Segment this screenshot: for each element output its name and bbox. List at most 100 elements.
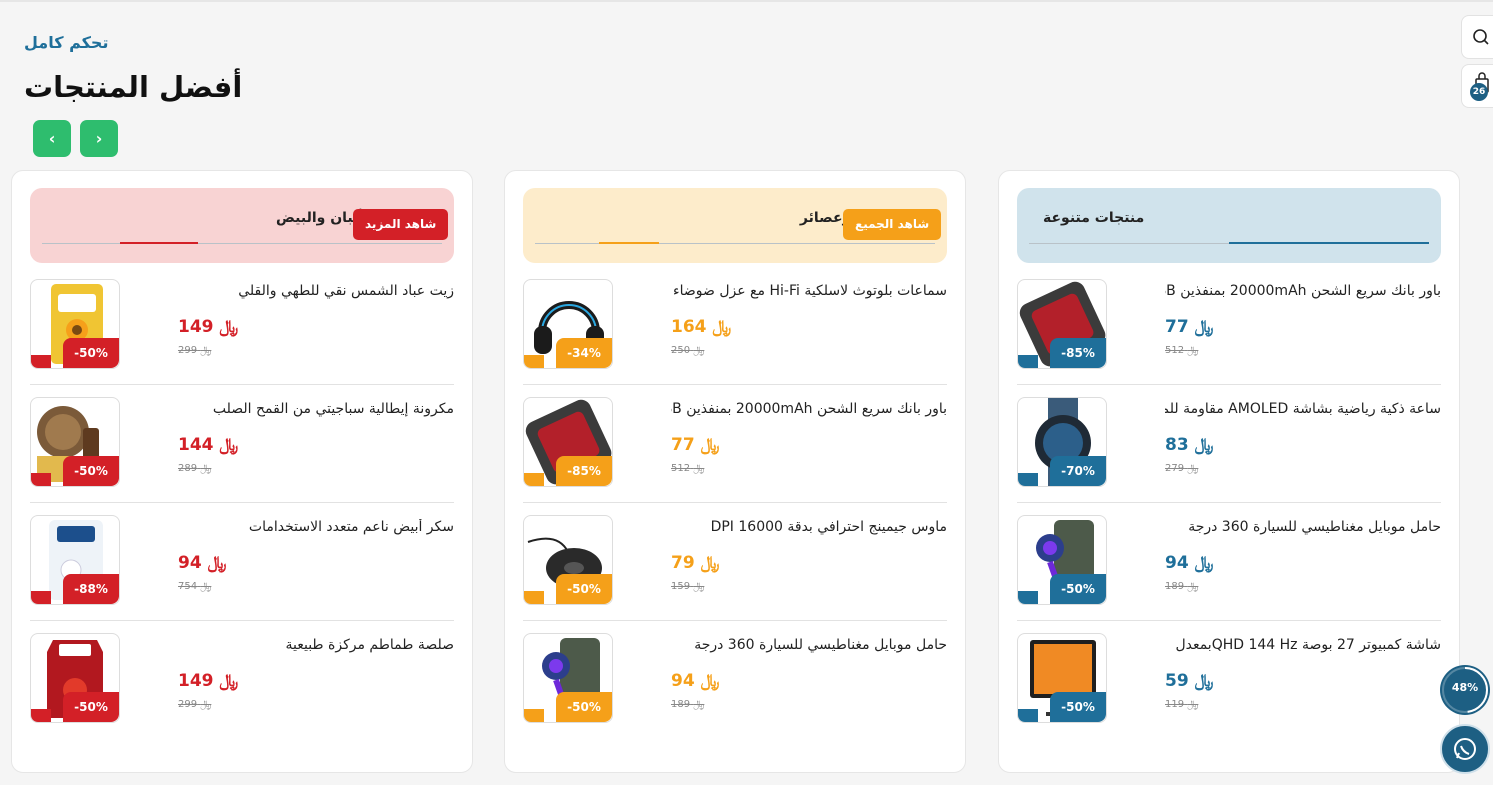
product-item[interactable]: -34% سماعات بلوتوث لاسلكية Hi-Fi مع عزل …: [523, 267, 947, 385]
currency-icon: ﷼: [693, 345, 705, 356]
panel-beverages: مشروبات وعصائر شاهد الجميع -34% سماعات ب…: [504, 170, 966, 773]
product-item[interactable]: -50% حامل موبايل مغناطيسي للسيارة 360 در…: [1017, 503, 1441, 621]
product-image: -85%: [1017, 279, 1107, 369]
price-value: 144: [178, 435, 214, 455]
product-price: 94 ﷼: [178, 553, 226, 573]
header-underline: [42, 243, 442, 244]
product-item[interactable]: -88% سكر أبيض ناعم متعدد الاستخدامات 94 …: [30, 503, 454, 621]
see-all-button[interactable]: شاهد الجميع: [843, 209, 942, 240]
old-price-value: 189: [671, 699, 691, 710]
product-name[interactable]: سكر أبيض ناعم متعدد الاستخدامات: [178, 519, 454, 541]
cart-button[interactable]: 26: [1461, 64, 1493, 108]
product-old-price: 250 ﷼: [671, 345, 704, 356]
currency-icon: ﷼: [693, 699, 705, 710]
whatsapp-icon: [1454, 738, 1476, 760]
product-image: -50%: [523, 633, 613, 723]
product-name[interactable]: حامل موبايل مغناطيسي للسيارة 360 درجة: [1165, 519, 1441, 541]
product-name[interactable]: حامل موبايل مغناطيسي للسيارة 360 درجة: [671, 637, 947, 659]
product-price: 164 ﷼: [671, 317, 731, 337]
price-value: 59: [1165, 671, 1189, 691]
product-image: -50%: [1017, 515, 1107, 605]
product-old-price: 279 ﷼: [1165, 463, 1198, 474]
product-image: -70%: [1017, 397, 1107, 487]
price-value: 79: [671, 553, 695, 573]
product-old-price: 512 ﷼: [1165, 345, 1198, 356]
currency-icon: ﷼: [1187, 463, 1199, 474]
product-price: 77 ﷼: [1165, 317, 1213, 337]
product-old-price: 299 ﷼: [178, 345, 211, 356]
product-name[interactable]: ماوس جيمينج احترافي بدقة 16000 DPI: [671, 519, 947, 541]
product-item[interactable]: -50% شاشة كمبيوتر 27 بوصة QHD 144 Hzبمعد…: [1017, 621, 1441, 739]
price-value: 83: [1165, 435, 1189, 455]
price-value: 164: [671, 317, 707, 337]
product-name[interactable]: سماعات بلوتوث لاسلكية Hi-Fi مع عزل ضوضاء: [671, 283, 947, 305]
old-price-value: 119: [1165, 699, 1185, 710]
panel-dairy: منتجات الألبان والبيض شاهد المزيد -50% ز…: [11, 170, 473, 773]
product-item[interactable]: -50% حامل موبايل مغناطيسي للسيارة 360 در…: [523, 621, 947, 739]
product-name[interactable]: باور بانك سريع الشحن 20000mAh بمنفذين US…: [1165, 283, 1441, 305]
cart-count-badge: 26: [1470, 83, 1488, 101]
header-underline-accent: [1229, 242, 1429, 244]
discount-badge: -88%: [63, 574, 119, 604]
product-image: -34%: [523, 279, 613, 369]
price-value: 149: [178, 671, 214, 691]
discount-badge: -50%: [556, 574, 612, 604]
carousel-next-button[interactable]: ›: [80, 120, 118, 157]
discount-badge: -85%: [556, 456, 612, 486]
product-item[interactable]: -50% زيت عباد الشمس نقي للطهي والقلي 149…: [30, 267, 454, 385]
product-name[interactable]: باور بانك سريع الشحن 20000mAh بمنفذين US…: [671, 401, 947, 423]
product-image: -50%: [30, 633, 120, 723]
currency-icon: ﷼: [1187, 699, 1199, 710]
currency-icon: ﷼: [700, 435, 720, 455]
product-image: -50%: [30, 279, 120, 369]
product-item[interactable]: -85% باور بانك سريع الشحن 20000mAh بمنفذ…: [523, 385, 947, 503]
product-item[interactable]: -70% ساعة ذكية رياضية بشاشة AMOLED مقاوم…: [1017, 385, 1441, 503]
product-price: 149 ﷼: [178, 317, 238, 337]
currency-icon: ﷼: [712, 317, 732, 337]
currency-icon: ﷼: [1194, 671, 1214, 691]
old-price-value: 512: [1165, 345, 1185, 356]
chevron-left-icon: ‹: [48, 129, 56, 148]
product-item[interactable]: -50% مكرونة إيطالية سباجيتي من القمح الص…: [30, 385, 454, 503]
see-more-button[interactable]: شاهد المزيد: [353, 209, 449, 240]
currency-icon: ﷼: [1194, 435, 1214, 455]
product-image: -50%: [523, 515, 613, 605]
currency-icon: ﷼: [693, 581, 705, 592]
product-name[interactable]: ساعة ذكية رياضية بشاشة AMOLED مقاومة للم…: [1165, 401, 1441, 423]
header-underline: [535, 243, 935, 244]
discount-badge: -50%: [1050, 692, 1106, 722]
old-price-value: 279: [1165, 463, 1185, 474]
product-name[interactable]: زيت عباد الشمس نقي للطهي والقلي: [178, 283, 454, 305]
price-value: 94: [178, 553, 202, 573]
product-price: 94 ﷼: [1165, 553, 1213, 573]
product-old-price: 189 ﷼: [671, 699, 704, 710]
product-item[interactable]: -50% ماوس جيمينج احترافي بدقة 16000 DPI …: [523, 503, 947, 621]
product-name[interactable]: صلصة طماطم مركزة طبيعية: [178, 637, 454, 659]
product-item[interactable]: -85% باور بانك سريع الشحن 20000mAh بمنفذ…: [1017, 267, 1441, 385]
currency-icon: ﷼: [200, 699, 212, 710]
search-icon: [1473, 29, 1489, 45]
currency-icon: ﷼: [200, 463, 212, 474]
currency-icon: ﷼: [693, 463, 705, 474]
product-old-price: 299 ﷼: [178, 699, 211, 710]
product-price: 94 ﷼: [671, 671, 719, 691]
discount-badge: -50%: [63, 338, 119, 368]
old-price-value: 159: [671, 581, 691, 592]
whatsapp-button[interactable]: [1440, 724, 1490, 774]
currency-icon: ﷼: [200, 581, 212, 592]
product-item[interactable]: -50% صلصة طماطم مركزة طبيعية 149 ﷼ 299 ﷼: [30, 621, 454, 739]
product-name[interactable]: مكرونة إيطالية سباجيتي من القمح الصلب: [178, 401, 454, 423]
product-image: -50%: [30, 397, 120, 487]
discount-badge: -70%: [1050, 456, 1106, 486]
header-underline-accent: [120, 242, 198, 244]
product-name[interactable]: شاشة كمبيوتر 27 بوصة QHD 144 Hzبمعدل: [1165, 637, 1441, 659]
currency-icon: ﷼: [1194, 553, 1214, 573]
scroll-progress-button[interactable]: 48%: [1440, 665, 1490, 715]
carousel-prev-button[interactable]: ‹: [33, 120, 71, 157]
old-price-value: 189: [1165, 581, 1185, 592]
product-price: 83 ﷼: [1165, 435, 1213, 455]
discount-badge: -85%: [1050, 338, 1106, 368]
currency-icon: ﷼: [219, 435, 239, 455]
panel-header: منتجات متنوعة: [1017, 188, 1441, 263]
search-button[interactable]: [1461, 15, 1493, 59]
